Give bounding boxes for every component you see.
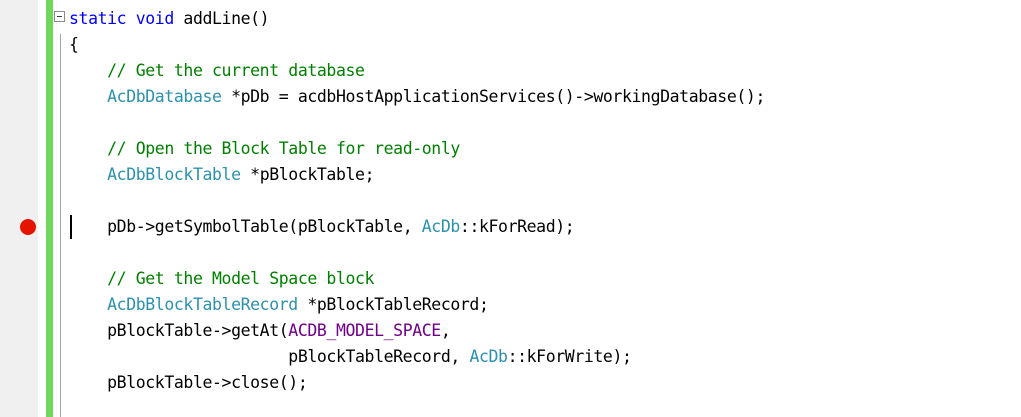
code-text: ::kForRead); xyxy=(459,217,575,236)
code-text: *pBlockTableRecord; xyxy=(297,295,489,314)
code-line-11[interactable]: AcDbBlockTableRecord *pBlockTableRecord; xyxy=(69,292,489,318)
change-tracking-bar xyxy=(46,0,53,417)
code-text: pBlockTable->close(); xyxy=(107,373,308,392)
type-token: AcDbBlockTableRecord xyxy=(107,295,298,314)
breakpoint-icon[interactable] xyxy=(20,219,36,235)
comment-token: // Get the current database xyxy=(107,61,365,80)
code-text: *pBlockTable; xyxy=(240,165,375,184)
comment-token: // Get the Model Space block xyxy=(107,269,375,288)
type-token: AcDb xyxy=(469,347,508,366)
code-text: pDb->getSymbolTable(pBlockTable, xyxy=(107,217,422,236)
code-line-10[interactable]: // Get the Model Space block xyxy=(69,266,374,292)
code-line-14[interactable]: pBlockTable->close(); xyxy=(69,370,308,396)
code-editor[interactable]: static void addLine() { // Get the curre… xyxy=(0,0,1021,417)
code-text: ::kForWrite); xyxy=(507,347,632,366)
code-line-3[interactable]: // Get the current database xyxy=(69,58,365,84)
collapse-icon[interactable] xyxy=(54,11,65,22)
code-line-7[interactable]: AcDbBlockTable *pBlockTable; xyxy=(69,162,374,188)
code-line-12[interactable]: pBlockTable->getAt(ACDB_MODEL_SPACE, xyxy=(69,318,451,344)
code-line-2[interactable]: { xyxy=(69,32,79,58)
comment-token: // Open the Block Table for read-only xyxy=(107,139,460,158)
code-text: *pDb = acdbHostApplicationServices()->wo… xyxy=(221,87,765,106)
code-text: , xyxy=(440,321,451,340)
code-text: pBlockTable->getAt( xyxy=(107,321,289,340)
code-text: { xyxy=(69,35,79,54)
code-text: pBlockTableRecord, xyxy=(288,347,470,366)
keyword-token: static void xyxy=(69,9,174,28)
code-line-13[interactable]: pBlockTableRecord, AcDb::kForWrite); xyxy=(69,344,632,370)
type-token: AcDb xyxy=(421,217,461,236)
outline-guide xyxy=(60,34,61,417)
text-caret xyxy=(70,215,72,239)
macro-token: ACDB_MODEL_SPACE xyxy=(288,321,441,340)
type-token: AcDbBlockTable xyxy=(107,165,241,184)
type-token: AcDbDatabase xyxy=(107,87,222,106)
code-text: addLine() xyxy=(173,9,270,28)
code-line-1[interactable]: static void addLine() xyxy=(69,6,270,32)
code-line-6[interactable]: // Open the Block Table for read-only xyxy=(69,136,460,162)
glyph-margin[interactable] xyxy=(0,0,38,417)
code-line-4[interactable]: AcDbDatabase *pDb = acdbHostApplicationS… xyxy=(69,84,765,110)
code-line-8[interactable]: pDb->getSymbolTable(pBlockTable, AcDb::k… xyxy=(69,214,575,240)
